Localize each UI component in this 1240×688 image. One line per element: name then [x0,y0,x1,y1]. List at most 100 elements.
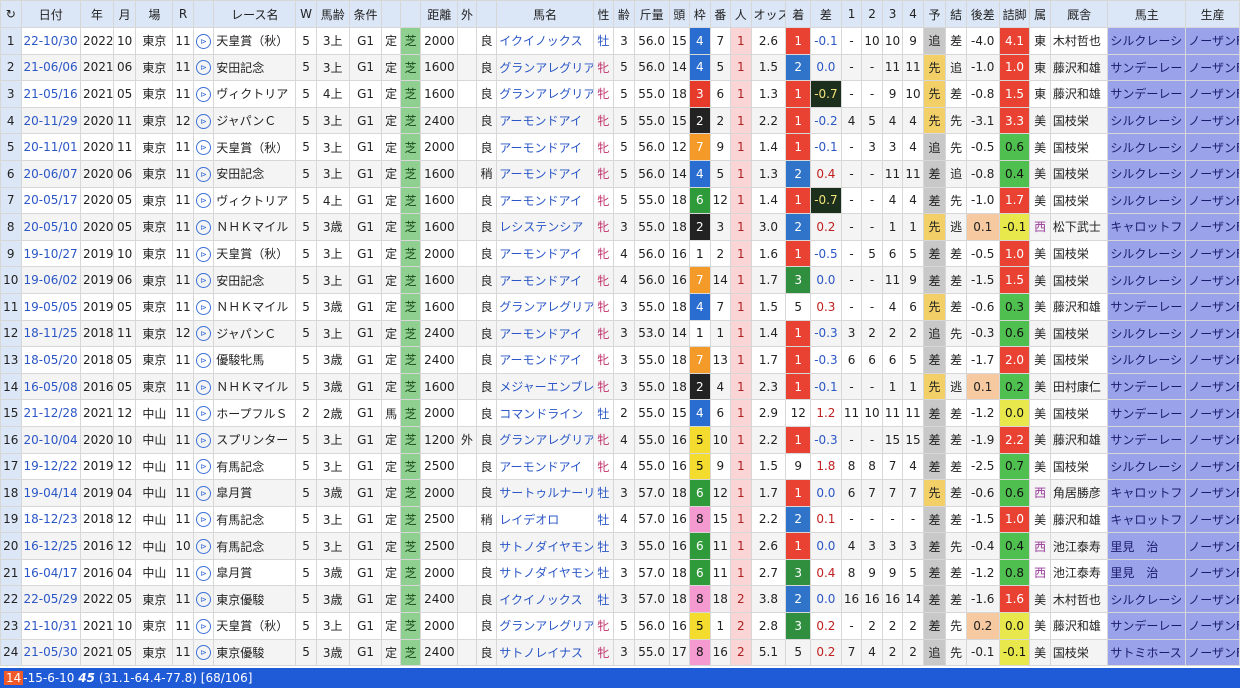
cell-horse-name[interactable]: アーモンドアイ [496,346,594,374]
play-icon[interactable]: ⊳ [196,299,212,315]
table-row[interactable]: 15 21-12/28 2021 12 中山 11 ⊳ ホープフルＳ 2 2歳 G1 馬芝 2000 良コ… [0,399,1240,427]
play-icon[interactable]: ⊳ [196,33,212,49]
play-icon[interactable]: ⊳ [196,379,212,395]
cell-play[interactable]: ⊳ [192,532,215,560]
cell-horse-name[interactable]: イクイノックス [496,585,594,614]
table-row[interactable]: 17 19-12/22 2019 12 中山 11 ⊳ 有馬記念 5 3上 G1 定芝 2500 良アーモ… [0,452,1240,481]
cell-horse-name[interactable]: レイデオロ [496,505,594,534]
cell-play[interactable]: ⊳ [192,239,215,268]
cell-play[interactable]: ⊳ [192,452,215,481]
col-outer-header[interactable]: 外 [457,0,477,28]
table-row[interactable]: 20 16-12/25 2016 12 中山 10 ⊳ 有馬記念 5 3上 G1 定芝 2500 良サトノ… [0,532,1240,560]
col-fixed-header[interactable] [381,0,401,28]
play-icon[interactable]: ⊳ [196,459,212,475]
cell-date[interactable]: 20-11/29 [20,106,81,135]
cell-date[interactable]: 21-12/28 [20,399,81,427]
cell-date[interactable]: 21-05/30 [20,638,81,667]
cell-horse-name[interactable]: サトノダイヤモンド [496,532,594,560]
table-row[interactable]: 3 21-05/16 2021 05 東京 11 ⊳ ヴィクトリア 5 4上 G1 定芝 1600 良グラ… [0,80,1240,108]
col-age-header[interactable]: 馬齢 [315,0,350,28]
cell-date[interactable]: 19-04/14 [20,479,81,507]
play-icon[interactable]: ⊳ [196,193,212,209]
col-month-header[interactable]: 月 [112,0,137,28]
table-row[interactable]: 14 16-05/08 2016 05 東京 11 ⊳ ＮＨＫマイル 5 3歳 G1 定芝 1600 良メ… [0,372,1240,401]
col-pos1-header[interactable]: 1 [840,0,863,28]
col-surface-header[interactable] [399,0,422,28]
cell-play[interactable]: ⊳ [192,159,215,188]
cell-date[interactable]: 21-06/06 [20,53,81,82]
cell-play[interactable]: ⊳ [192,479,215,507]
cell-horse-name[interactable]: グランアレグリア [496,612,594,640]
cell-play[interactable]: ⊳ [192,319,215,348]
cell-play[interactable]: ⊳ [192,292,215,321]
table-row[interactable]: 5 20-11/01 2020 11 東京 11 ⊳ 天皇賞（秋） 5 3上 G1 定芝 2000 良アー… [0,133,1240,161]
play-icon[interactable]: ⊳ [196,432,212,448]
table-row[interactable]: 6 20-06/07 2020 06 東京 11 ⊳ 安田記念 5 3上 G1 定芝 1600 稍アーモン… [0,159,1240,188]
cell-date[interactable]: 21-10/31 [20,612,81,640]
cell-date[interactable]: 20-05/10 [20,213,81,241]
cell-play[interactable]: ⊳ [192,266,215,294]
play-icon[interactable]: ⊳ [196,166,212,182]
cell-date[interactable]: 18-12/23 [20,505,81,534]
cell-date[interactable]: 20-05/17 [20,186,81,215]
col-going-header[interactable] [475,0,498,28]
cell-date[interactable]: 20-10/04 [20,425,81,454]
col-race-name-header[interactable]: レース名 [213,0,297,28]
col-pos4-header[interactable]: 4 [902,0,924,28]
play-icon[interactable]: ⊳ [196,352,212,368]
col-pos3-header[interactable]: 3 [881,0,904,28]
play-icon[interactable]: ⊳ [196,113,212,129]
col-field-size-header[interactable]: 頭 [668,0,691,28]
col-final-kick-header[interactable]: 詰脚 [998,0,1031,28]
col-sex-header[interactable]: 性 [592,0,615,28]
cell-play[interactable]: ⊳ [192,638,215,667]
col-play-header[interactable] [192,0,215,28]
cell-date[interactable]: 20-06/07 [20,159,81,188]
col-w-header[interactable]: W [295,0,317,28]
cell-horse-name[interactable]: グランアレグリア [496,425,594,454]
table-row[interactable]: 23 21-10/31 2021 10 東京 11 ⊳ 天皇賞（秋） 5 3上 G1 定芝 2000 良グ… [0,612,1240,640]
col-pos2-header[interactable]: 2 [861,0,883,28]
cell-date[interactable]: 18-05/20 [20,346,81,374]
table-row[interactable]: 7 20-05/17 2020 05 東京 11 ⊳ ヴィクトリア 5 4上 G1 定芝 1600 良アー… [0,186,1240,215]
cell-horse-name[interactable]: アーモンドアイ [496,186,594,215]
cell-horse-name[interactable]: アーモンドアイ [496,159,594,188]
table-row[interactable]: 9 19-10/27 2019 10 東京 11 ⊳ 天皇賞（秋） 5 3上 G1 定芝 2000 良アー… [0,239,1240,268]
cell-horse-name[interactable]: サトノレイナス [496,638,594,667]
play-icon[interactable]: ⊳ [196,246,212,262]
play-icon[interactable]: ⊳ [196,60,212,76]
col-number-header[interactable]: 番 [709,0,732,28]
table-row[interactable]: 22 22-05/29 2022 05 東京 11 ⊳ 東京優駿 5 3歳 G1 定芝 2400 良イクイ… [0,585,1240,614]
col-finish-header[interactable]: 着 [785,0,812,28]
cell-play[interactable]: ⊳ [192,106,215,135]
cell-play[interactable]: ⊳ [192,213,215,241]
play-icon[interactable]: ⊳ [196,140,212,156]
table-row[interactable]: 10 19-06/02 2019 06 東京 11 ⊳ 安田記念 5 3上 G1 定芝 1600 良アーモ… [0,266,1240,294]
table-row[interactable]: 21 16-04/17 2016 04 中山 11 ⊳ 皐月賞 5 3歳 G1 定芝 2000 良サトノダ… [0,558,1240,587]
cell-play[interactable]: ⊳ [192,53,215,82]
table-row[interactable]: 24 21-05/30 2021 05 東京 11 ⊳ 東京優駿 5 3歳 G1 定芝 2400 良サトノ… [0,638,1240,667]
col-date-header[interactable]: 日付 [20,0,81,28]
table-row[interactable]: 2 21-06/06 2021 06 東京 11 ⊳ 安田記念 5 3上 G1 定芝 1600 良グランア… [0,53,1240,82]
col-odds-header[interactable]: オッズ [750,0,787,28]
table-row[interactable]: 12 18-11/25 2018 11 東京 12 ⊳ ジャパンＣ 5 3上 G1 定芝 2400 良アー… [0,319,1240,348]
play-icon[interactable]: ⊳ [196,326,212,342]
play-icon[interactable]: ⊳ [196,273,212,289]
play-icon[interactable]: ⊳ [196,618,212,634]
table-row[interactable]: 16 20-10/04 2020 10 中山 11 ⊳ スプリンター 5 3上 G1 定芝 1200 外良… [0,425,1240,454]
play-icon[interactable]: ⊳ [196,219,212,235]
play-icon[interactable]: ⊳ [196,539,212,555]
play-icon[interactable]: ⊳ [196,86,212,102]
table-row[interactable]: 11 19-05/05 2019 05 東京 11 ⊳ ＮＨＫマイル 5 3歳 G1 定芝 1600 良グ… [0,292,1240,321]
cell-play[interactable]: ⊳ [192,372,215,401]
play-icon[interactable]: ⊳ [196,485,212,501]
play-icon[interactable]: ⊳ [196,565,212,581]
cell-horse-name[interactable]: サトノダイヤモンド [496,558,594,587]
col-result-header[interactable]: 結 [945,0,967,28]
col-condition-header[interactable]: 条件 [348,0,383,28]
cell-date[interactable]: 18-11/25 [20,319,81,348]
cell-date[interactable]: 20-11/01 [20,133,81,161]
cell-date[interactable]: 16-05/08 [20,372,81,401]
cell-play[interactable]: ⊳ [192,80,215,108]
col-weight-header[interactable]: 斤量 [633,0,670,28]
